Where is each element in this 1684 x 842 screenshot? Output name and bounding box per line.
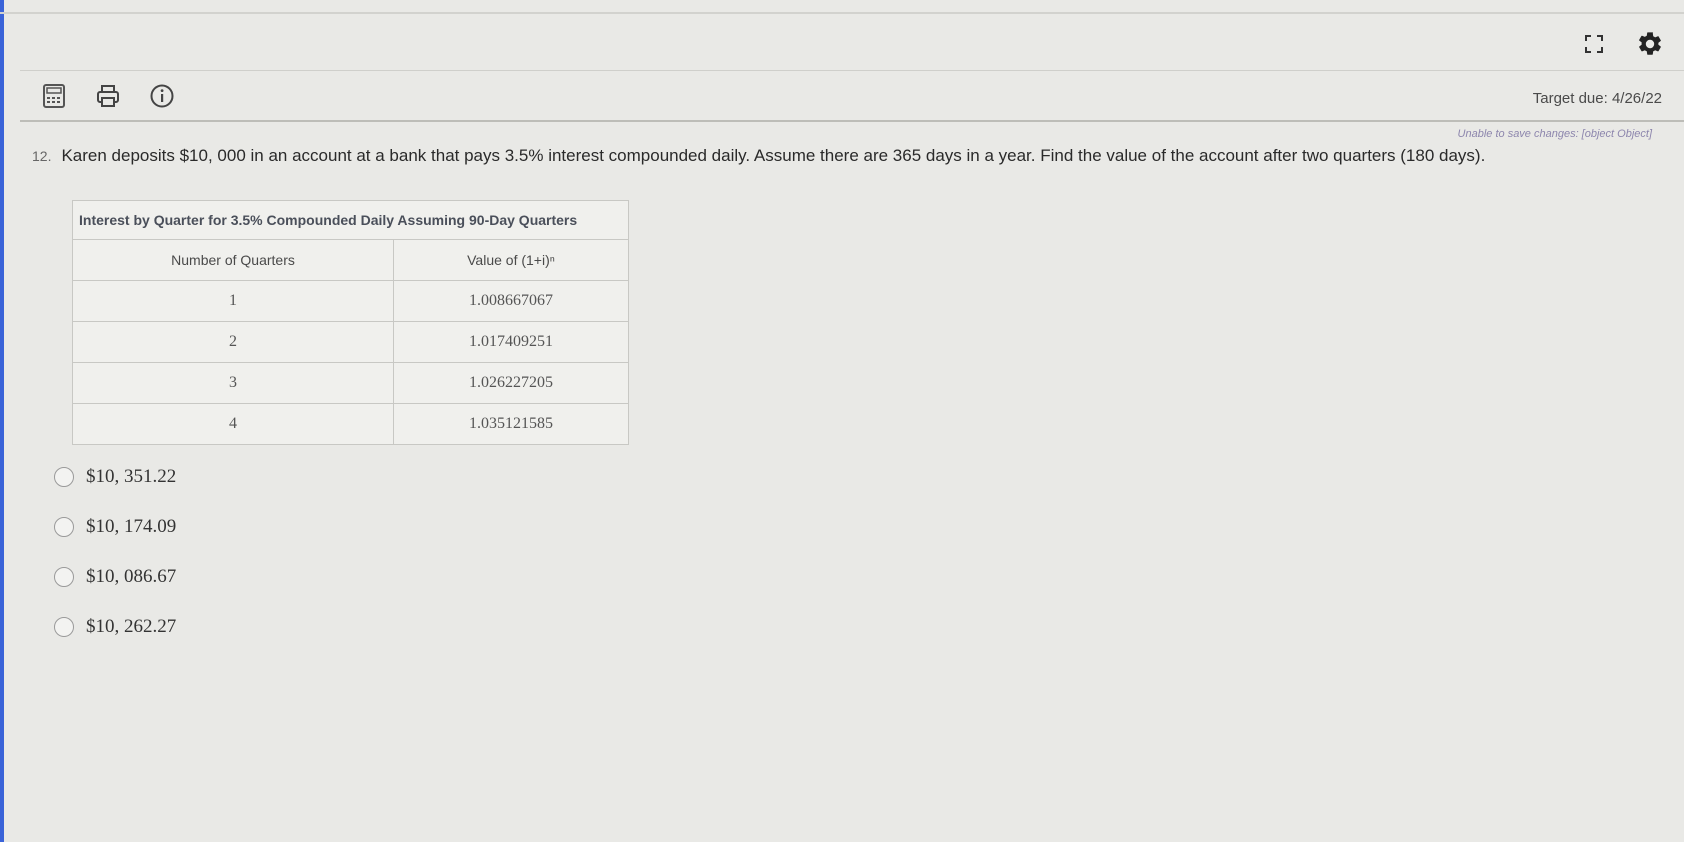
quarter-cell: 4 xyxy=(72,403,394,445)
table-caption-row: Interest by Quarter for 3.5% Compounded … xyxy=(72,200,629,240)
save-error-message: Unable to save changes: [object Object] xyxy=(1457,128,1652,140)
quarter-cell: 3 xyxy=(72,362,394,404)
target-due-date: Target due: 4/26/22 xyxy=(1532,90,1662,107)
top-icon-bar xyxy=(1578,28,1666,60)
question-number: 12. xyxy=(32,148,52,164)
answer-option-4[interactable]: $10, 262.27 xyxy=(54,602,176,652)
table-row: 4 1.035121585 xyxy=(72,403,629,445)
top-divider xyxy=(0,12,1684,14)
answer-option-label: $10, 351.22 xyxy=(86,466,177,487)
column-header-quarters: Number of Quarters xyxy=(72,239,394,281)
answer-option-3[interactable]: $10, 086.67 xyxy=(54,552,176,602)
interest-table: Interest by Quarter for 3.5% Compounded … xyxy=(72,200,629,445)
info-icon[interactable] xyxy=(146,80,178,112)
question-block: 12. Karen deposits $10, 000 in an accoun… xyxy=(32,146,1652,166)
answer-option-2[interactable]: $10, 174.09 xyxy=(54,502,176,552)
answer-option-label: $10, 174.09 xyxy=(86,516,177,537)
quarter-cell: 1 xyxy=(72,280,394,322)
quarter-cell: 2 xyxy=(72,321,394,363)
column-header-value: Value of (1+i)ⁿ xyxy=(393,239,629,281)
radio-button[interactable] xyxy=(54,617,74,637)
left-accent-bar xyxy=(0,0,4,842)
answer-option-label: $10, 262.27 xyxy=(86,616,177,637)
table-caption: Interest by Quarter for 3.5% Compounded … xyxy=(72,200,629,240)
toolbar xyxy=(38,80,178,112)
radio-button[interactable] xyxy=(54,467,74,487)
gear-icon[interactable] xyxy=(1634,28,1666,60)
table-row: 2 1.017409251 xyxy=(72,321,629,363)
answer-option-1[interactable]: $10, 351.22 xyxy=(54,452,176,502)
table-row: 3 1.026227205 xyxy=(72,362,629,404)
table-row: 1 1.008667067 xyxy=(72,280,629,322)
calculator-icon[interactable] xyxy=(38,80,70,112)
question-text: Karen deposits $10, 000 in an account at… xyxy=(61,146,1486,165)
table-header-row: Number of Quarters Value of (1+i)ⁿ xyxy=(72,239,629,281)
value-cell: 1.035121585 xyxy=(393,403,629,445)
answer-option-label: $10, 086.67 xyxy=(86,566,177,587)
print-icon[interactable] xyxy=(92,80,124,112)
value-cell: 1.026227205 xyxy=(393,362,629,404)
fullscreen-icon[interactable] xyxy=(1578,28,1610,60)
radio-button[interactable] xyxy=(54,567,74,587)
answer-options: $10, 351.22 $10, 174.09 $10, 086.67 $10,… xyxy=(54,452,176,652)
value-cell: 1.008667067 xyxy=(393,280,629,322)
header-divider xyxy=(20,120,1684,122)
radio-button[interactable] xyxy=(54,517,74,537)
value-cell: 1.017409251 xyxy=(393,321,629,363)
toolbar-divider xyxy=(20,70,1684,71)
